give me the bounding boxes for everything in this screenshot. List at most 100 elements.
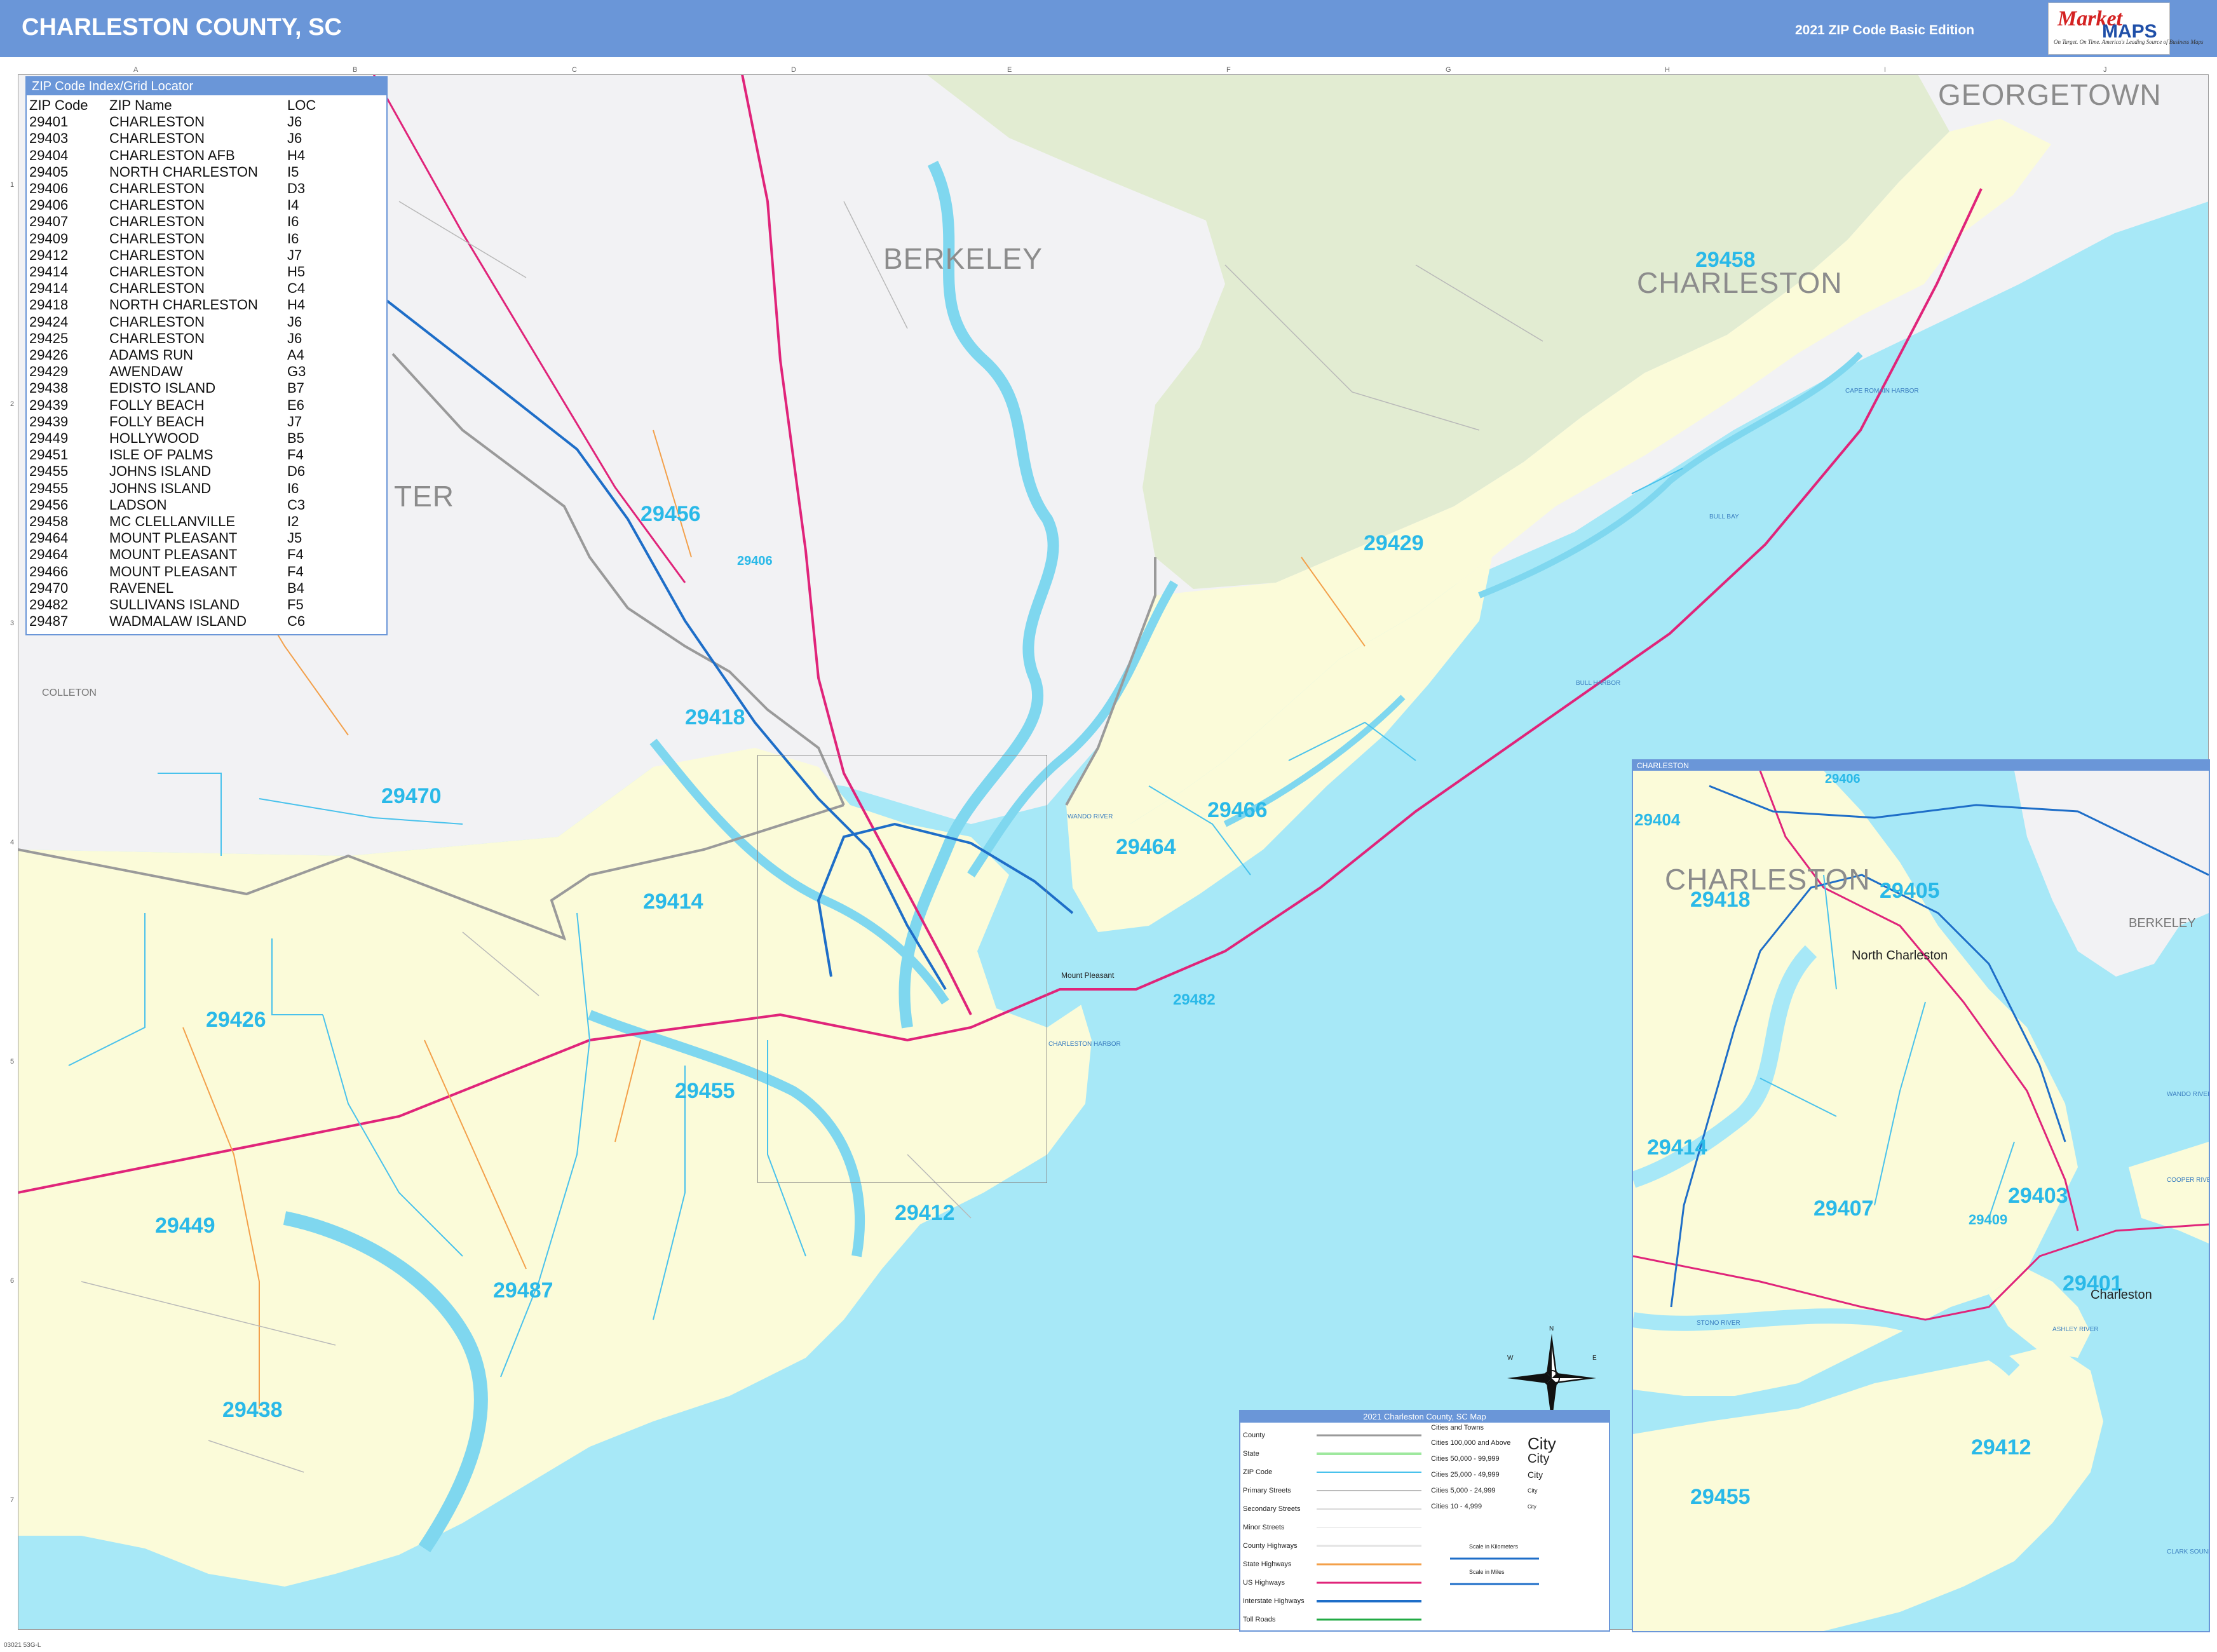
zip-loc-cell: J7 <box>287 247 302 263</box>
zip-index-row: 29406 CHARLESTON I4 <box>29 197 321 213</box>
zip-label: 29487 <box>493 1278 553 1303</box>
legend-zip: ZIP Code <box>1243 1468 1273 1476</box>
zip-code-cell: 29464 <box>29 530 69 546</box>
zip-loc-cell: H5 <box>287 264 306 280</box>
zip-name-cell: ADAMS RUN <box>109 347 194 363</box>
zip-index-row: 29425 CHARLESTON J6 <box>29 330 321 347</box>
inset-zip-label: 29409 <box>1969 1212 2008 1228</box>
zip-loc-cell: A4 <box>287 347 304 363</box>
grid-row-label: 7 <box>10 1496 15 1504</box>
zip-name-cell: CHARLESTON <box>109 197 205 213</box>
header-bar: CHARLESTON COUNTY, SC 2021 ZIP Code Basi… <box>0 0 2217 57</box>
zip-index-row: 29412 CHARLESTON J7 <box>29 247 321 264</box>
zip-code-cell: 29409 <box>29 230 69 247</box>
zip-code-cell: 29403 <box>29 130 69 147</box>
grid-col-label: I <box>1884 66 1887 74</box>
zip-code-cell: 29424 <box>29 313 69 330</box>
zip-index-row: 29407 CHARLESTON I6 <box>29 213 321 230</box>
zip-index-row: 29449 HOLLYWOOD B5 <box>29 430 321 447</box>
legend-secondary: Secondary Streets <box>1243 1505 1301 1513</box>
zip-loc-cell: I5 <box>287 163 299 180</box>
market-maps-logo-icon: Market MAPS On Target. On Time. America'… <box>2048 3 2204 55</box>
inset-zip-label: 29414 <box>1647 1135 1707 1160</box>
zip-loc-cell: B5 <box>287 430 304 447</box>
zip-code-cell: 29406 <box>29 197 69 213</box>
zip-label: 29426 <box>206 1008 266 1032</box>
zip-code-cell: 29455 <box>29 463 69 480</box>
zip-name-cell: SULLIVANS ISLAND <box>109 597 240 613</box>
water-label: BULL HARBOR <box>1576 680 1621 687</box>
zip-code-cell: 29439 <box>29 396 69 413</box>
zip-index-row: 29458 MC CLELLANVILLE I2 <box>29 513 321 530</box>
zip-index-row: 29455 JOHNS ISLAND I6 <box>29 480 321 497</box>
zip-label: 29412 <box>895 1201 955 1225</box>
zip-index-row: 29404 CHARLESTON AFB H4 <box>29 147 321 164</box>
zip-code-cell: 29404 <box>29 147 69 163</box>
legend-interstate: Interstate Highways <box>1243 1597 1305 1605</box>
legend-city-class-sample: City <box>1528 1487 1538 1494</box>
zip-name-cell: MC CLELLANVILLE <box>109 513 236 530</box>
inset-map[interactable]: CHARLESTON CHARLESTON BERKELEY 29406 294… <box>1632 759 2210 1632</box>
zip-name-cell: CHARLESTON <box>109 130 205 147</box>
legend-scale-km: Scale in Kilometers <box>1469 1543 1519 1550</box>
zip-name-cell: FOLLY BEACH <box>109 396 205 413</box>
zip-index-row: 29405 NORTH CHARLESTON I5 <box>29 164 321 180</box>
compass-e: E <box>1592 1355 1597 1362</box>
zip-name-cell: CHARLESTON <box>109 180 205 197</box>
grid-col-label: E <box>1007 66 1012 74</box>
inset-water-label: WANDO RIVER <box>2167 1091 2210 1098</box>
zip-index-row: 29470 RAVENEL B4 <box>29 580 321 597</box>
grid-row-label: 3 <box>10 620 15 627</box>
zip-index-header-row: ZIP Code ZIP Name LOC <box>29 97 321 114</box>
edition-label: 2021 ZIP Code Basic Edition <box>1795 23 1975 37</box>
legend-city-class-label: Cities 5,000 - 24,999 <box>1431 1487 1496 1494</box>
zip-label: 29466 <box>1207 798 1268 822</box>
zip-code-cell: 29464 <box>29 546 69 563</box>
zip-name-cell: CHARLESTON <box>109 330 205 346</box>
zip-index-row: 29456 LADSON C3 <box>29 497 321 513</box>
legend-state: State <box>1243 1450 1259 1458</box>
legend-city-class-sample: City <box>1528 1504 1536 1510</box>
inset-extent-box <box>757 755 1047 1183</box>
legend-minor: Minor Streets <box>1243 1524 1285 1531</box>
zip-code-cell: 29438 <box>29 380 69 396</box>
zip-code-cell: 29412 <box>29 247 69 263</box>
inset-title: CHARLESTON <box>1633 761 2209 771</box>
zip-label: 29464 <box>1116 835 1176 859</box>
zip-name-cell: CHARLESTON <box>109 213 205 230</box>
inset-water-label: STONO RIVER <box>1697 1320 1740 1327</box>
county-label-dorchester: TER <box>394 480 454 513</box>
legend-cities-header: Cities and Towns <box>1431 1424 1484 1432</box>
zip-label: 29438 <box>222 1398 283 1422</box>
legend-city-class-label: Cities 25,000 - 49,999 <box>1431 1471 1500 1479</box>
inset-zip-label: 29406 <box>1825 772 1861 786</box>
compass-w: W <box>1507 1355 1514 1362</box>
zip-name-cell: WADMALAW ISLAND <box>109 613 247 630</box>
zip-name-cell: MOUNT PLEASANT <box>109 546 238 563</box>
zip-loc-cell: J6 <box>287 313 302 330</box>
grid-col-label: C <box>572 66 577 74</box>
zip-index-col-name: ZIP Name <box>109 97 172 113</box>
zip-name-cell: EDISTO ISLAND <box>109 380 216 396</box>
zip-index-row: 29464 MOUNT PLEASANT J5 <box>29 530 321 546</box>
inset-water-label: CLARK SOUND <box>2167 1548 2210 1555</box>
grid-row-label: 5 <box>10 1058 15 1066</box>
zip-name-cell: RAVENEL <box>109 579 174 596</box>
zip-code-cell: 29407 <box>29 213 69 230</box>
zip-name-cell: MOUNT PLEASANT <box>109 530 238 546</box>
zip-index-row: 29439 FOLLY BEACH J7 <box>29 414 321 430</box>
zip-loc-cell: F4 <box>287 546 304 563</box>
zip-label: 29406 <box>737 554 773 568</box>
legend-city-class-label: Cities 10 - 4,999 <box>1431 1503 1482 1510</box>
zip-code-cell: 29466 <box>29 563 69 579</box>
zip-index-row: 29414 CHARLESTON H5 <box>29 264 321 280</box>
zip-loc-cell: I4 <box>287 197 299 213</box>
zip-code-cell: 29414 <box>29 280 69 297</box>
grid-col-label: J <box>2103 66 2107 74</box>
inset-zip-label: 29407 <box>1814 1196 1874 1221</box>
zip-loc-cell: B4 <box>287 579 304 596</box>
zip-name-cell: MOUNT PLEASANT <box>109 563 238 579</box>
grid-row-label: 1 <box>10 181 15 189</box>
legend-us-hwy: US Highways <box>1243 1579 1285 1587</box>
zip-index-row: 29482 SULLIVANS ISLAND F5 <box>29 597 321 613</box>
